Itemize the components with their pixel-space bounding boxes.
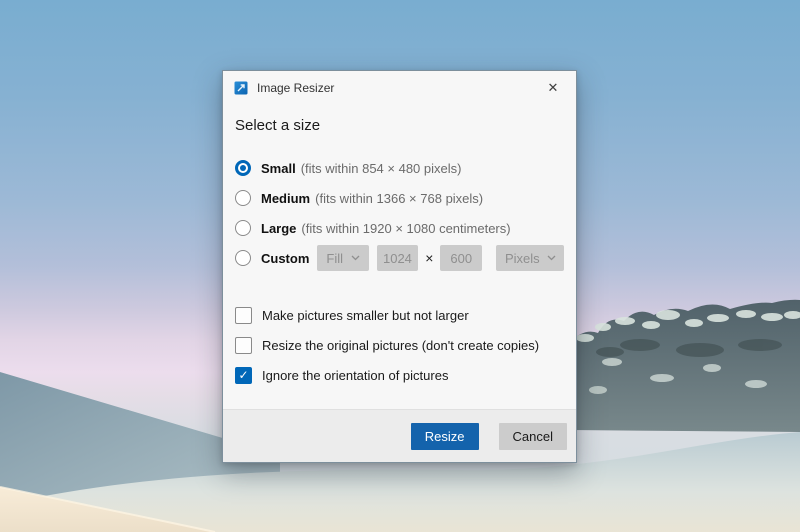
resize-fit-dropdown: Fill	[317, 245, 368, 271]
radio-option-medium[interactable]: Medium (fits within 1366 × 768 pixels)	[235, 183, 564, 213]
unit-value: Pixels	[505, 251, 540, 266]
option-description: (fits within 1366 × 768 pixels)	[315, 191, 483, 206]
dune-ridge-right	[570, 300, 800, 432]
resize-fit-value: Fill	[326, 251, 343, 266]
chevron-down-icon	[351, 255, 360, 261]
checkbox-ignore-orientation[interactable]: ✓ Ignore the orientation of pictures	[235, 360, 564, 390]
radio-selected-icon	[235, 160, 251, 176]
option-label: Custom	[261, 251, 309, 266]
checkbox-resize-originals[interactable]: ✓ Resize the original pictures (don't cr…	[235, 330, 564, 360]
radio-option-small[interactable]: Small (fits within 854 × 480 pixels)	[235, 153, 564, 183]
cancel-button[interactable]: Cancel	[499, 423, 567, 450]
checkbox-unchecked-icon: ✓	[235, 307, 252, 324]
radio-unselected-icon	[235, 250, 251, 266]
resize-button[interactable]: Resize	[411, 423, 479, 450]
checkbox-label: Ignore the orientation of pictures	[262, 368, 448, 383]
close-button[interactable]: ✕	[536, 74, 570, 102]
unit-dropdown: Pixels	[496, 245, 564, 271]
check-icon: ✓	[238, 369, 248, 381]
radio-option-large[interactable]: Large (fits within 1920 × 1080 centimete…	[235, 213, 564, 243]
image-resizer-app-icon	[234, 81, 248, 95]
option-label: Medium	[261, 191, 310, 206]
checkbox-unchecked-icon: ✓	[235, 337, 252, 354]
checkbox-checked-icon: ✓	[235, 367, 252, 384]
dialog-footer: Resize Cancel	[223, 409, 576, 462]
options-checkbox-group: ✓ Make pictures smaller but not larger ✓…	[235, 300, 564, 390]
dialog-heading: Select a size	[235, 117, 564, 135]
option-description: (fits within 1920 × 1080 centimeters)	[301, 221, 510, 236]
radio-option-custom[interactable]: Custom Fill 1024 × 600 Pixels	[235, 243, 564, 273]
option-description: (fits within 854 × 480 pixels)	[301, 161, 462, 176]
size-options-group: Small (fits within 854 × 480 pixels) Med…	[235, 153, 564, 273]
close-icon: ✕	[548, 80, 559, 96]
dialog-title: Image Resizer	[257, 81, 536, 95]
chevron-down-icon	[547, 255, 556, 261]
checkbox-label: Resize the original pictures (don't crea…	[262, 338, 539, 353]
custom-width-input: 1024	[377, 245, 419, 271]
radio-unselected-icon	[235, 220, 251, 236]
image-resizer-dialog: Image Resizer ✕ Select a size Small (fit…	[222, 70, 577, 463]
dialog-titlebar[interactable]: Image Resizer ✕	[223, 71, 576, 105]
checkbox-label: Make pictures smaller but not larger	[262, 308, 469, 323]
dialog-content: Select a size Small (fits within 854 × 4…	[223, 105, 576, 409]
option-label: Large	[261, 221, 296, 236]
option-label: Small	[261, 161, 296, 176]
multiply-sign: ×	[425, 250, 433, 266]
custom-height-input: 600	[440, 245, 482, 271]
radio-unselected-icon	[235, 190, 251, 206]
checkbox-smaller-not-larger[interactable]: ✓ Make pictures smaller but not larger	[235, 300, 564, 330]
